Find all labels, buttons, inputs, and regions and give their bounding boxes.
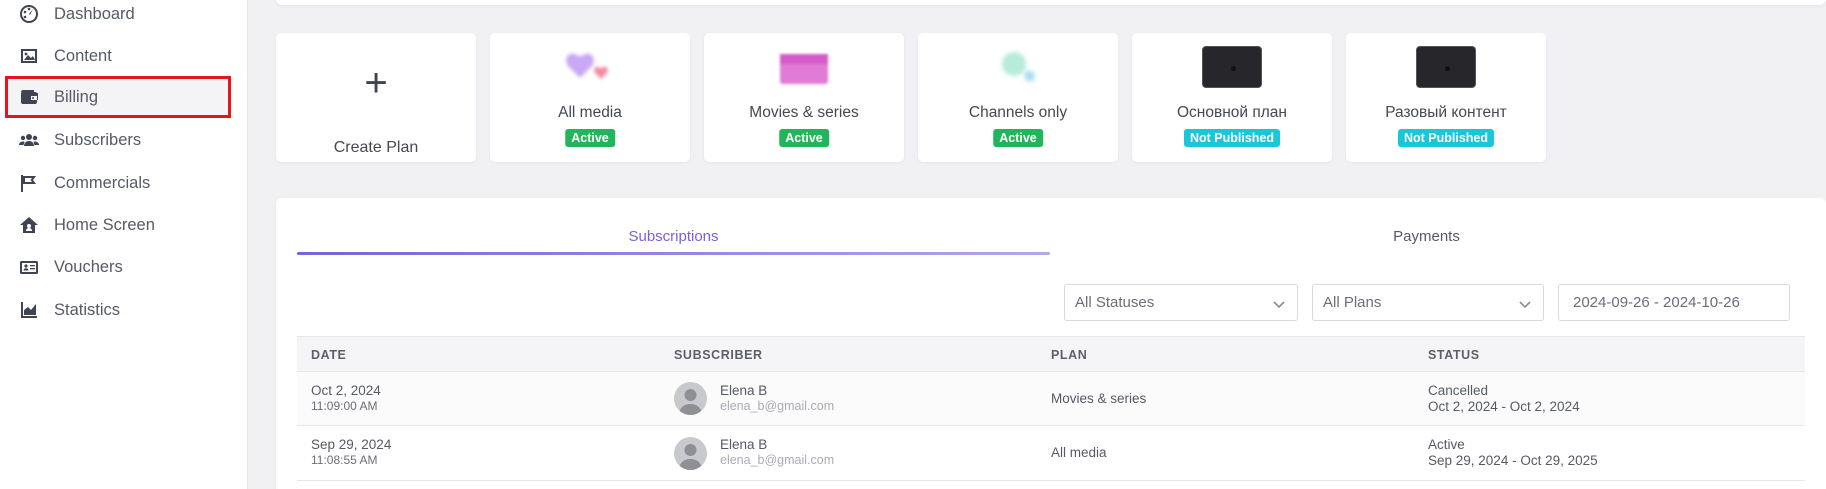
tab-subscriptions[interactable]: Subscriptions [297, 228, 1050, 252]
date-cell: Oct 2, 2024 11:09:00 AM [311, 383, 381, 413]
chevron-down-icon [1519, 297, 1531, 309]
create-plan-card[interactable]: + Create Plan [276, 33, 476, 162]
plan-cell: Movies & series [1051, 391, 1147, 406]
row-period: Oct 2, 2024 - Oct 2, 2024 [1428, 399, 1580, 414]
sidebar-item-subscribers[interactable]: Subscribers [5, 120, 231, 160]
row-status: Cancelled [1428, 383, 1489, 398]
date-range-value: 2024-09-26 - 2024-10-26 [1573, 294, 1740, 311]
subscriber-name: Elena B [720, 437, 768, 452]
plan-card-all-media[interactable]: All media Active [490, 33, 690, 162]
plan-card-osnovnoy[interactable]: Основной план Not Published [1132, 33, 1332, 162]
status-badge: Active [993, 129, 1043, 147]
home-icon [18, 214, 40, 236]
sidebar-item-dashboard[interactable]: Dashboard [5, 0, 231, 34]
plan-name: Разовый контент [1385, 104, 1507, 121]
sidebar-item-content[interactable]: Content [5, 36, 231, 76]
sidebar-item-label: Subscribers [54, 130, 142, 149]
plan-thumbnail [1202, 46, 1262, 88]
subscriber-email: elena_b@gmail.com [720, 453, 835, 467]
plan-thumbnail [566, 53, 608, 79]
table-header: DATE SUBSCRIBER PLAN STATUS [297, 336, 1805, 372]
sidebar: Dashboard Content Billing Subscribers Co… [0, 0, 248, 489]
plan-thumbnail [1416, 46, 1476, 88]
status-filter-value: All Statuses [1075, 294, 1155, 311]
column-header-date: DATE [311, 348, 347, 362]
status-badge: Active [565, 129, 615, 147]
column-header-status: STATUS [1428, 348, 1480, 362]
avatar [674, 437, 707, 470]
image-icon [18, 45, 40, 67]
header-card [276, 0, 1826, 5]
plan-card-razoviy[interactable]: Разовый контент Not Published [1346, 33, 1546, 162]
date-cell: Sep 29, 2024 11:08:55 AM [311, 437, 391, 467]
plan-filter-select[interactable]: All Plans [1312, 284, 1544, 321]
sidebar-item-home-screen[interactable]: Home Screen [5, 205, 231, 245]
plan-name: Channels only [968, 104, 1068, 121]
table-row[interactable]: Sep 29, 2024 11:08:55 AM Elena B elena_b… [297, 427, 1805, 481]
subscriptions-panel: Subscriptions Payments All Statuses All … [276, 198, 1826, 489]
sidebar-item-label: Billing [54, 87, 99, 106]
plan-name: Основной план [1177, 104, 1287, 121]
plan-cell: All media [1051, 445, 1107, 460]
table-row[interactable]: Oct 2, 2024 11:09:00 AM Elena B elena_b@… [297, 372, 1805, 426]
plan-name: Movies & series [749, 104, 859, 121]
active-tab-indicator [297, 252, 1050, 255]
id-card-icon [18, 256, 40, 278]
date-range-input[interactable]: 2024-09-26 - 2024-10-26 [1558, 284, 1790, 321]
chart-area-icon [18, 299, 40, 321]
plan-thumbnail [1002, 52, 1035, 81]
plan-card-channels-only[interactable]: Channels only Active [918, 33, 1118, 162]
row-date: Oct 2, 2024 [311, 383, 381, 398]
column-header-plan: PLAN [1051, 348, 1088, 362]
sidebar-item-label: Content [54, 46, 112, 65]
sidebar-item-label: Home Screen [54, 215, 155, 234]
status-filter-select[interactable]: All Statuses [1064, 284, 1298, 321]
sidebar-item-billing[interactable]: Billing [5, 76, 231, 118]
users-icon [18, 129, 40, 151]
create-plan-label: Create Plan [333, 139, 419, 156]
row-status: Active [1428, 437, 1465, 452]
plan-card-movies-series[interactable]: Movies & series Active [704, 33, 904, 162]
row-date: Sep 29, 2024 [311, 437, 392, 452]
sidebar-item-statistics[interactable]: Statistics [5, 290, 231, 330]
row-time: 11:08:55 AM [311, 453, 378, 467]
status-badge: Active [779, 129, 829, 147]
plus-icon: + [364, 61, 388, 105]
status-badge: Not Published [1183, 129, 1281, 147]
flag-icon [18, 172, 40, 194]
plan-name: All media [558, 104, 622, 121]
status-badge: Not Published [1397, 129, 1495, 147]
sidebar-item-label: Commercials [54, 173, 151, 192]
status-cell: Cancelled Oct 2, 2024 - Oct 2, 2024 [1428, 383, 1580, 414]
tab-payments[interactable]: Payments [1050, 228, 1803, 252]
sidebar-item-vouchers[interactable]: Vouchers [5, 247, 231, 287]
sidebar-item-commercials[interactable]: Commercials [5, 163, 231, 203]
row-time: 11:09:00 AM [311, 399, 378, 413]
subscriber-name: Elena B [720, 383, 768, 398]
wallet-icon [18, 86, 40, 108]
subscriber-cell: Elena B elena_b@gmail.com [720, 437, 834, 467]
plan-thumbnail [780, 54, 828, 84]
sidebar-item-label: Statistics [54, 300, 121, 319]
plan-filter-value: All Plans [1323, 294, 1382, 311]
column-header-subscriber: SUBSCRIBER [674, 348, 763, 362]
subscriber-email: elena_b@gmail.com [720, 399, 835, 413]
subscriber-cell: Elena B elena_b@gmail.com [720, 383, 834, 413]
sidebar-item-label: Vouchers [54, 257, 123, 276]
row-period: Sep 29, 2024 - Oct 29, 2025 [1428, 453, 1598, 468]
avatar [674, 382, 707, 415]
status-cell: Active Sep 29, 2024 - Oct 29, 2025 [1428, 437, 1598, 468]
sidebar-item-label: Dashboard [54, 4, 135, 23]
dashboard-icon [18, 3, 40, 25]
chevron-down-icon [1273, 297, 1285, 309]
